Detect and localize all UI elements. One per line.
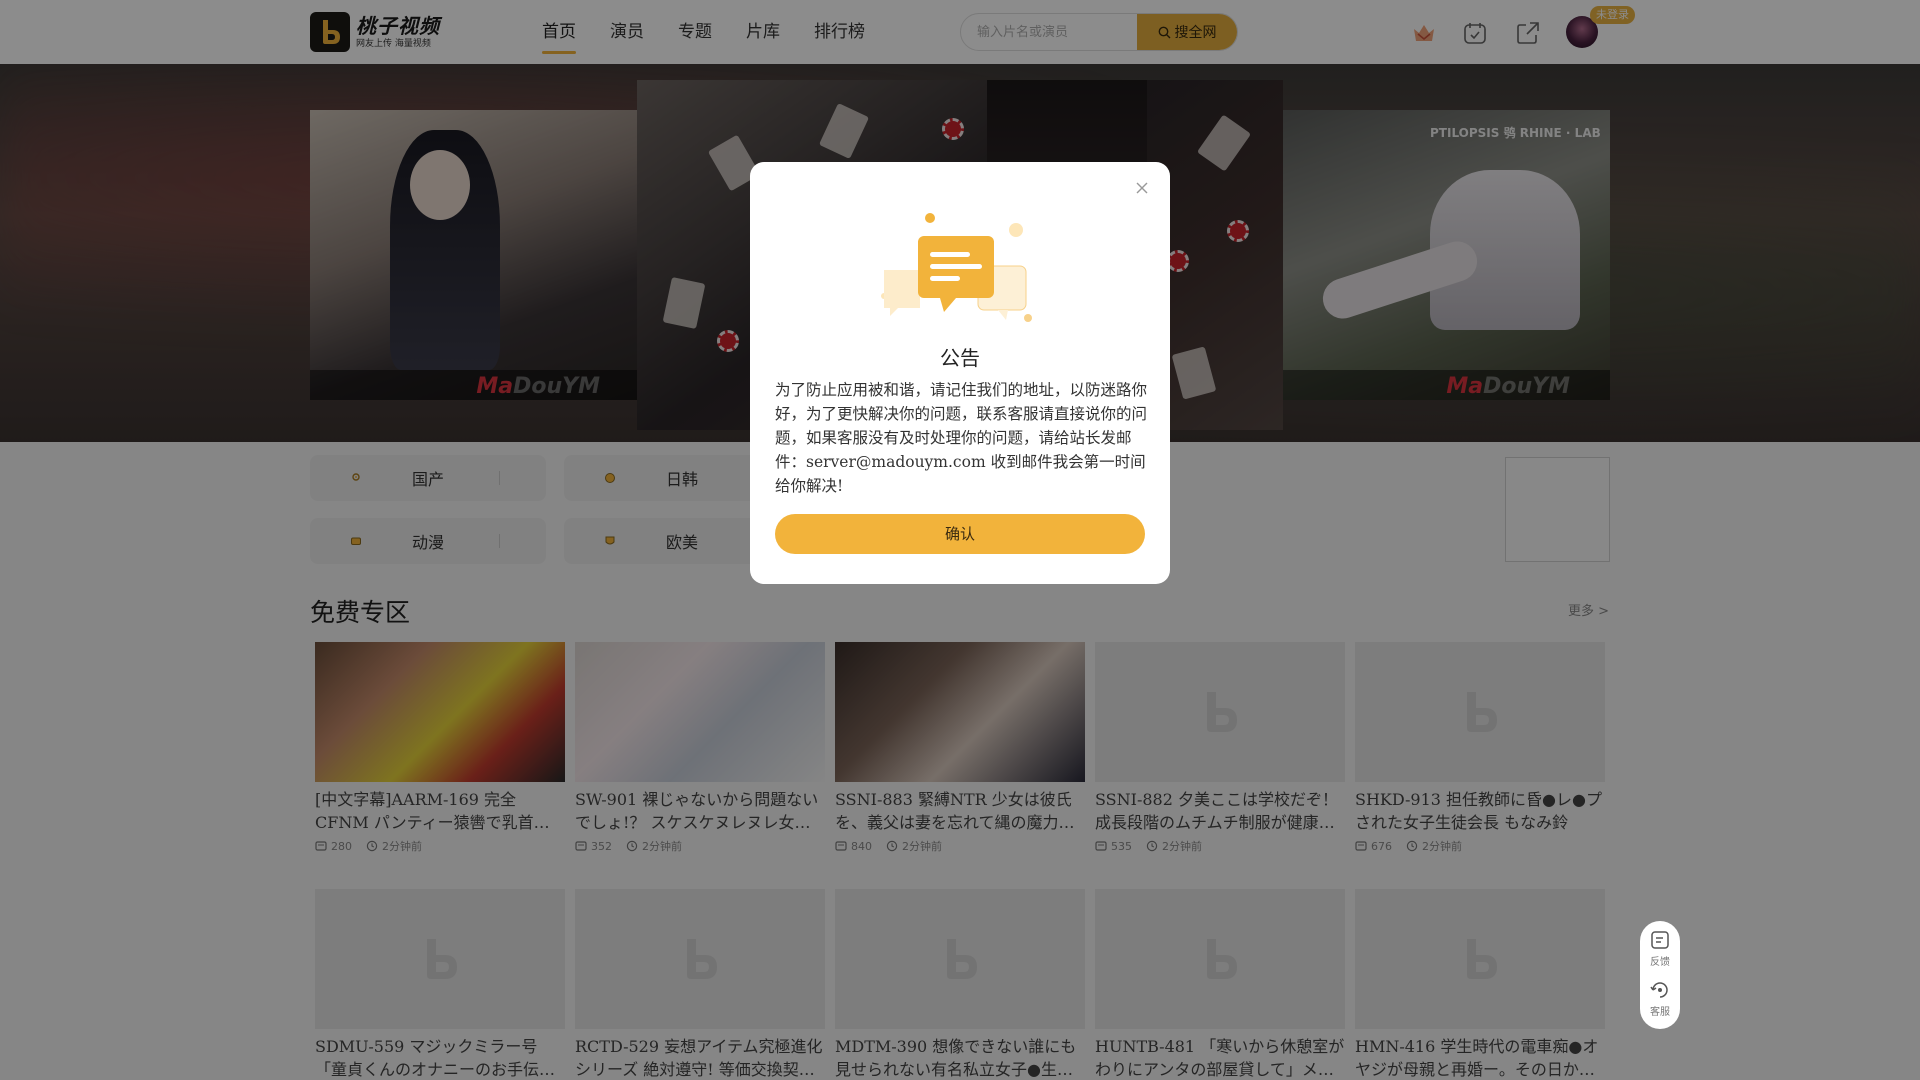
announcement-illustration-icon: [881, 213, 1032, 322]
feedback-label: 反馈: [1650, 957, 1670, 968]
announcement-modal: 公告 为了防止应用被和谐，请记住我们的地址，以防迷路你好，为了更快解决你的问题，…: [750, 162, 1170, 584]
feedback-icon: [1651, 931, 1669, 949]
close-icon[interactable]: [1134, 180, 1150, 196]
customer-service-button[interactable]: 客服: [1640, 979, 1680, 1018]
modal-title: 公告: [940, 346, 980, 370]
modal-body-text: 为了防止应用被和谐，请记住我们的地址，以防迷路你好，为了更快解决你的问题，联系客…: [775, 381, 1148, 495]
floating-sidebar: 反馈 客服: [1640, 921, 1680, 1029]
feedback-button[interactable]: 反馈: [1640, 929, 1680, 968]
customer-service-icon: [1650, 982, 1668, 998]
customer-service-label: 客服: [1650, 1007, 1670, 1018]
confirm-button[interactable]: 确认: [775, 514, 1145, 554]
